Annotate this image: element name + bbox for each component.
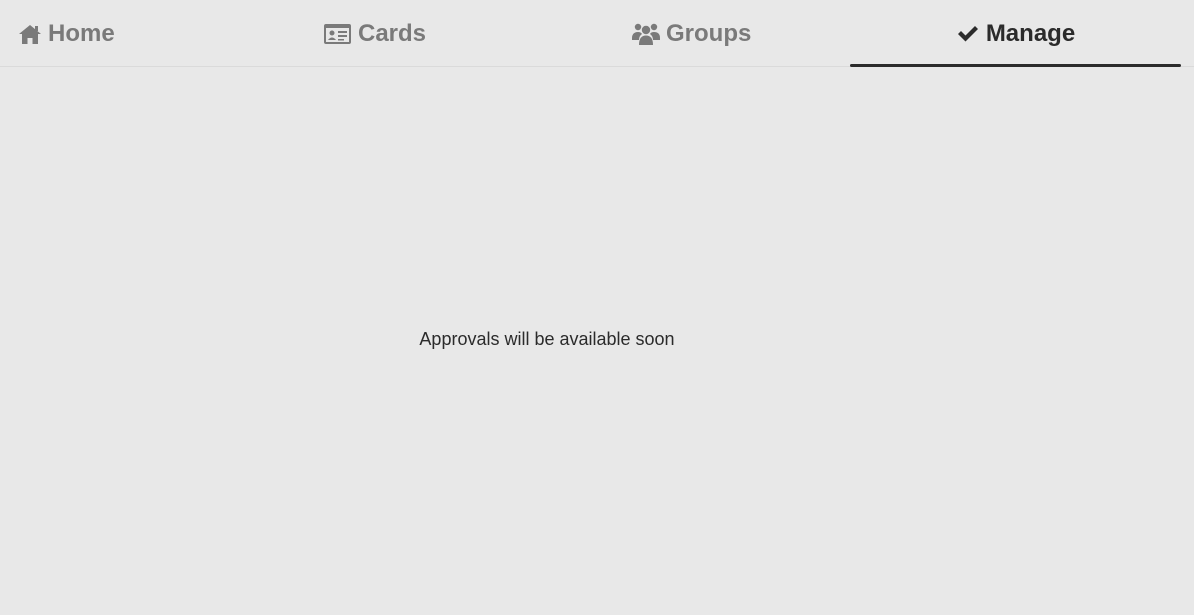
tab-manage-label: Manage [985,19,1076,47]
tab-groups-label: Groups [666,19,752,47]
active-tab-indicator [850,64,1181,67]
tab-bar: Home Cards Groups Manage [0,0,1194,67]
tab-groups[interactable]: Groups [632,0,832,67]
id-card-icon [323,23,352,45]
tab-home-label: Home [48,19,115,47]
tab-manage[interactable]: Manage [850,0,1181,67]
users-icon [632,22,660,46]
check-icon [956,24,980,44]
tab-cards-label: Cards [358,19,427,47]
tab-cards[interactable]: Cards [323,0,523,67]
home-icon [18,23,42,45]
empty-state-message: Approvals will be available soon [419,329,675,349]
tab-home[interactable]: Home [18,0,218,67]
